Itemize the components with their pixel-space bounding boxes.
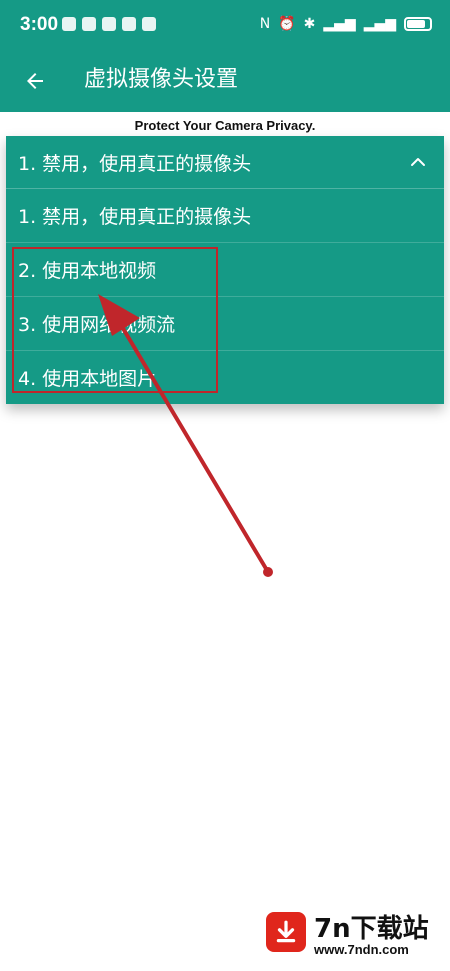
- app-bar: 虚拟摄像头设置: [0, 52, 450, 112]
- message-notification-icon: [82, 17, 96, 31]
- watermark: 7n下载站 www.7ndn.com: [250, 898, 450, 971]
- watermark-url: www.7ndn.com: [314, 942, 409, 957]
- signal-icon: ▂▄▆: [323, 16, 356, 32]
- download-logo-icon: [266, 912, 306, 952]
- page-title: 虚拟摄像头设置: [84, 67, 239, 92]
- back-button[interactable]: [18, 64, 52, 98]
- annotation-arrow-tail-dot: [263, 567, 273, 577]
- chevron-up-icon[interactable]: [406, 150, 430, 174]
- app-notification-icon: [62, 17, 76, 31]
- status-bar: 3:00 N ⏰ ✱ ▂▄▆ ▂▄▆: [0, 0, 450, 52]
- app-notification-icon-2: [142, 17, 156, 31]
- qq-notification-icon: [102, 17, 116, 31]
- dropdown-selected[interactable]: 1. 禁用，使用真正的摄像头: [6, 136, 444, 189]
- status-time: 3:00: [20, 14, 59, 35]
- message-notification-icon-2: [122, 17, 136, 31]
- bluetooth-icon: ✱: [303, 16, 316, 32]
- battery-icon: [404, 17, 432, 31]
- dropdown-selected-label: 1. 禁用，使用真正的摄像头: [18, 152, 252, 175]
- nfc-icon: N: [259, 16, 271, 32]
- arrow-left-icon: [27, 73, 43, 89]
- screen: 3:00 N ⏰ ✱ ▂▄▆ ▂▄▆ 虚拟摄像头设置 Protect Your …: [0, 0, 450, 971]
- signal-icon-2: ▂▄▆: [363, 16, 396, 32]
- alarm-icon: ⏰: [278, 16, 296, 32]
- watermark-brand: 7n下载站: [314, 914, 429, 944]
- notification-icons: [62, 17, 156, 31]
- system-status-icons: N ⏰ ✱ ▂▄▆ ▂▄▆: [260, 14, 432, 34]
- privacy-banner: Protect Your Camera Privacy.: [134, 118, 316, 133]
- dropdown-option-disable[interactable]: 1. 禁用，使用真正的摄像头: [6, 189, 444, 243]
- annotation-highlight-box: [12, 247, 218, 393]
